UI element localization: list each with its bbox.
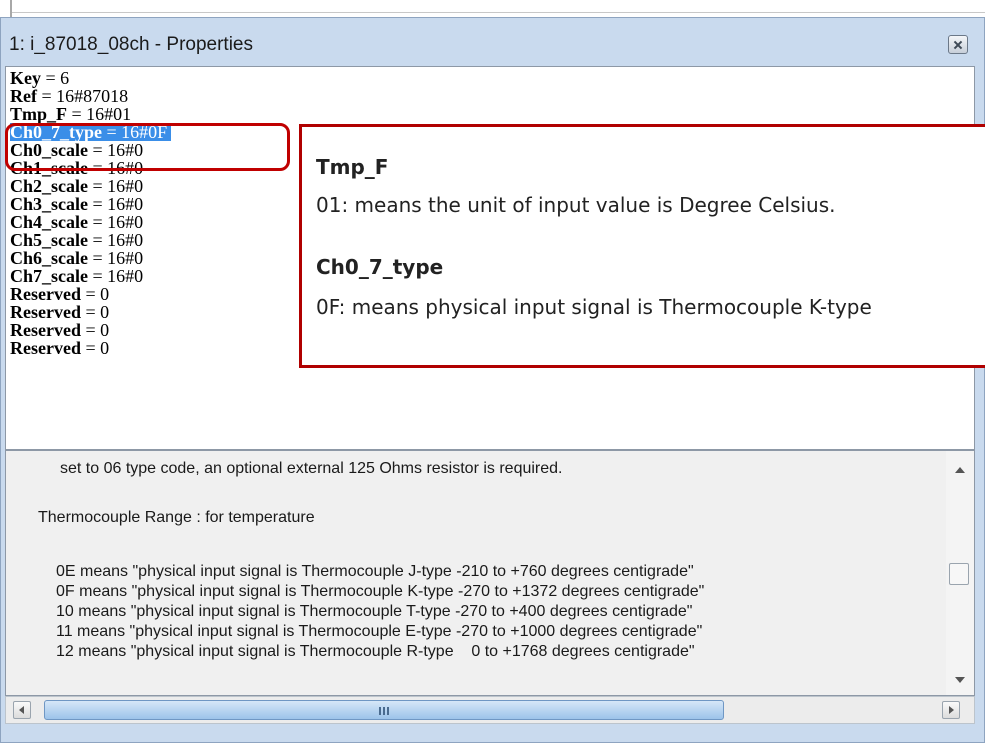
callout-type-heading: Ch0_7_type <box>316 255 444 279</box>
property-reserved[interactable]: Reserved = 0 <box>10 321 109 339</box>
property-reserved[interactable]: Reserved = 0 <box>10 285 109 303</box>
property-reserved[interactable]: Reserved = 0 <box>10 339 109 357</box>
arrow-up-icon[interactable] <box>955 467 965 473</box>
description-line: Thermocouple Range : for temperature <box>38 509 315 526</box>
property-ch6-scale[interactable]: Ch6_scale = 16#0 <box>10 249 143 267</box>
callout-type-desc: 0F: means physical input signal is Therm… <box>316 295 872 319</box>
horizontal-scroll-thumb[interactable] <box>44 700 724 720</box>
vertical-scrollbar[interactable] <box>946 451 974 695</box>
horizontal-scrollbar[interactable] <box>5 696 975 724</box>
highlight-box <box>5 123 290 171</box>
parent-window-strip <box>0 0 985 17</box>
callout-tmp-desc: 01: means the unit of input value is Deg… <box>316 193 836 217</box>
property-reserved[interactable]: Reserved = 0 <box>10 303 109 321</box>
description-line: 12 means "physical input signal is Therm… <box>56 643 695 660</box>
property-ch7-scale[interactable]: Ch7_scale = 16#0 <box>10 267 143 285</box>
description-pane[interactable]: set to 06 type code, an optional externa… <box>5 450 975 696</box>
description-line: 0F means "physical input signal is Therm… <box>56 583 705 600</box>
grip-icon <box>379 707 391 715</box>
property-ch4-scale[interactable]: Ch4_scale = 16#0 <box>10 213 143 231</box>
arrow-right-icon[interactable] <box>942 701 960 719</box>
window-title: 1: i_87018_08ch - Properties <box>9 34 253 55</box>
description-line: 0E means "physical input signal is Therm… <box>56 563 694 580</box>
property-ch2-scale[interactable]: Ch2_scale = 16#0 <box>10 177 143 195</box>
close-icon[interactable] <box>948 35 968 54</box>
description-line: 10 means "physical input signal is Therm… <box>56 603 693 620</box>
annotation-callout: Tmp_F 01: means the unit of input value … <box>299 124 985 368</box>
property-key[interactable]: Key = 6 <box>10 69 69 87</box>
description-line: set to 06 type code, an optional externa… <box>60 460 563 477</box>
properties-window: 1: i_87018_08ch - Properties Key = 6 Ref… <box>0 17 985 743</box>
property-tmp-f[interactable]: Tmp_F = 16#01 <box>10 105 131 123</box>
property-ref[interactable]: Ref = 16#87018 <box>10 87 128 105</box>
property-ch5-scale[interactable]: Ch5_scale = 16#0 <box>10 231 143 249</box>
vertical-scroll-thumb[interactable] <box>949 563 969 585</box>
arrow-down-icon[interactable] <box>955 677 965 683</box>
description-line: 11 means "physical input signal is Therm… <box>56 623 703 640</box>
property-ch3-scale[interactable]: Ch3_scale = 16#0 <box>10 195 143 213</box>
callout-tmp-heading: Tmp_F <box>316 155 389 179</box>
arrow-left-icon[interactable] <box>13 701 31 719</box>
